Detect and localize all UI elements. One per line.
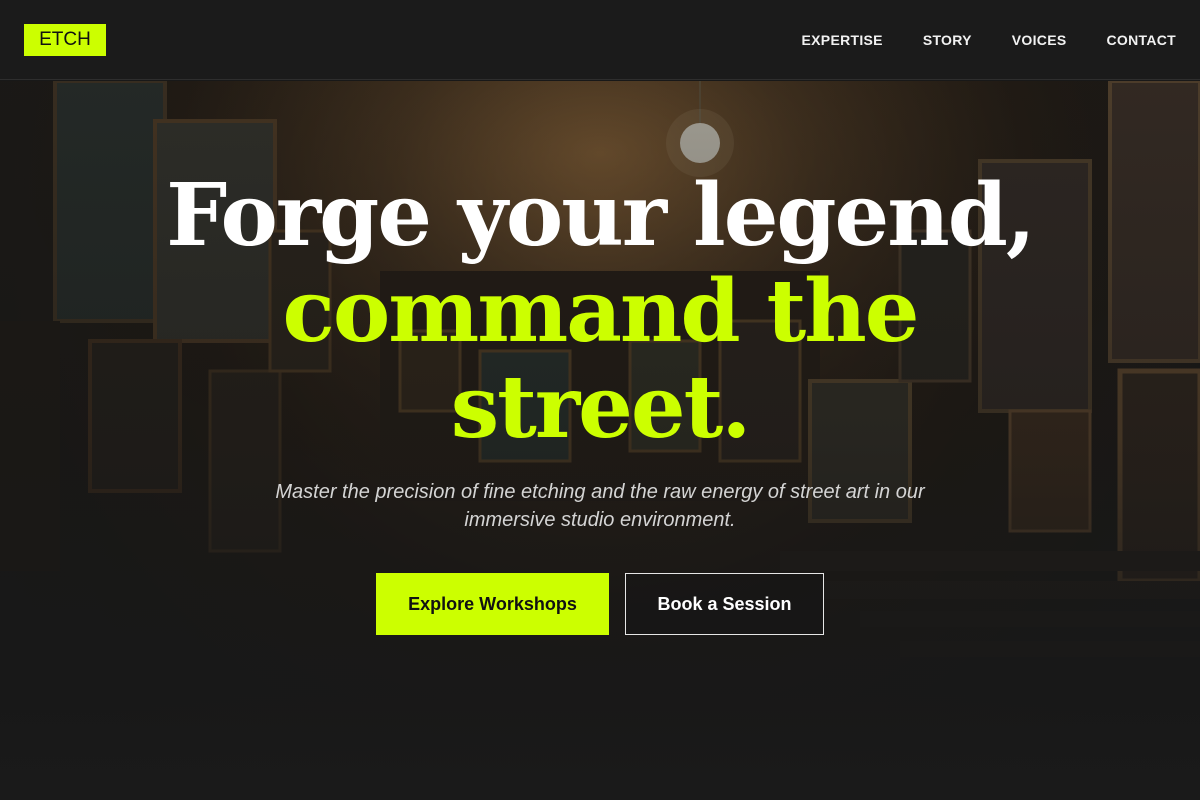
hero-headline: Forge your legend, command the street. [0,168,1200,456]
book-session-button[interactable]: Book a Session [625,573,824,635]
nav-link-expertise[interactable]: EXPERTISE [802,29,883,51]
main-nav: EXPERTISE STORY VOICES CONTACT [802,29,1176,51]
nav-link-voices[interactable]: VOICES [1012,29,1067,51]
headline-line-3: street. [450,357,752,458]
nav-link-story[interactable]: STORY [923,29,972,51]
nav-link-contact[interactable]: CONTACT [1107,29,1177,51]
explore-workshops-button[interactable]: Explore Workshops [376,573,609,635]
headline-line-1: Forge your legend, [166,165,1036,266]
hero-subtitle: Master the precision of fine etching and… [275,481,925,531]
logo[interactable]: ETCH [24,24,106,56]
headline-line-2: command the [282,261,919,362]
site-header: ETCH EXPERTISE STORY VOICES CONTACT [0,0,1200,80]
